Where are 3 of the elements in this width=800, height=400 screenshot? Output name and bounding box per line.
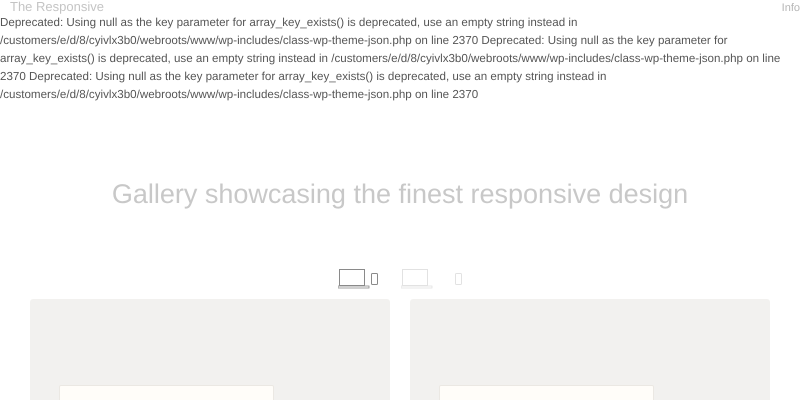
info-link[interactable]: Info <box>782 2 800 14</box>
error-message: Deprecated: Using null as the key parameter for array_key_exists() is deprecated, use an empty string instead in /customers/e/d/8/cyivlx3b0/webroots/www/wp-includes/class-wp-theme-json.php on line 2370 Deprecated: Using null as the key parameter for array_key_exists() is deprecated, use an empty string instead in /customers/e/d/8/cyivlx3b0/webroots/www/wp-includes/class-wp-theme-json.php on line 2370 Deprecated: Using null as the key parameter for array_key_exists() is deprecated, use an empty string instead in /customers/e/d/8/cyivlx3b0/webroots/www/wp-includes/class-wp-theme-json.php on line 2370 <box>0 15 782 103</box>
site-logo[interactable]: The Responsive <box>10 0 104 14</box>
